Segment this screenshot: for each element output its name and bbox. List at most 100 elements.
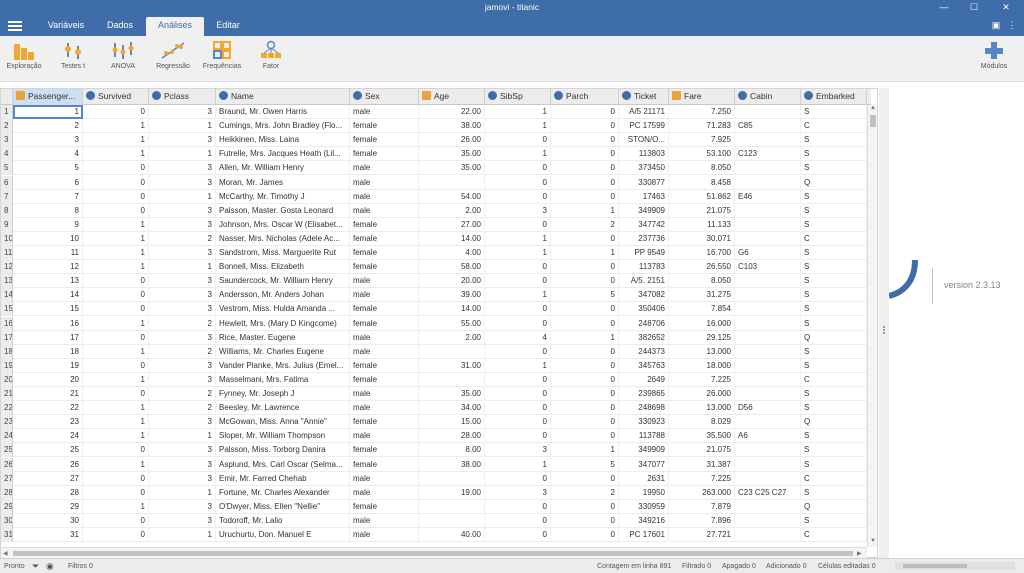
table-cell[interactable]: 21.075 <box>669 203 735 218</box>
table-cell[interactable]: 1 <box>485 457 551 472</box>
results-scrollbar[interactable] <box>895 562 1015 570</box>
table-cell[interactable]: 3 <box>149 499 216 514</box>
table-cell[interactable]: 27.721 <box>669 528 735 542</box>
table-cell[interactable]: male <box>350 344 419 359</box>
table-cell[interactable]: 22.00 <box>419 105 485 119</box>
table-cell[interactable]: 1 <box>149 485 216 500</box>
table-cell[interactable]: 0 <box>485 387 551 401</box>
table-cell[interactable]: 7.250 <box>669 105 735 119</box>
table-cell[interactable]: 0 <box>485 372 551 387</box>
table-cell[interactable]: 11.133 <box>669 217 735 232</box>
table-cell[interactable]: female <box>350 372 419 387</box>
table-cell[interactable] <box>419 471 485 486</box>
table-cell[interactable]: female <box>350 457 419 472</box>
table-cell[interactable]: female <box>350 316 419 331</box>
table-cell[interactable]: 31 <box>13 528 83 542</box>
table-cell[interactable]: Moran, Mr. James <box>216 175 350 190</box>
table-cell[interactable]: 0 <box>551 513 619 528</box>
table-cell[interactable]: 7.896 <box>669 513 735 528</box>
table-cell[interactable]: S <box>801 443 867 458</box>
table-cell[interactable]: S <box>801 288 867 303</box>
table-cell[interactable]: 0 <box>83 358 149 373</box>
column-header[interactable]: Name <box>216 89 350 105</box>
table-cell[interactable] <box>735 161 801 176</box>
table-cell[interactable]: 1 <box>485 358 551 373</box>
table-cell[interactable]: 0 <box>83 203 149 218</box>
table-cell[interactable] <box>735 443 801 458</box>
table-cell[interactable]: 0 <box>551 372 619 387</box>
table-cell[interactable] <box>735 105 801 119</box>
table-cell[interactable]: 1 <box>149 189 216 204</box>
table-cell[interactable]: 1 <box>485 288 551 303</box>
table-cell[interactable]: S <box>801 485 867 500</box>
table-cell[interactable]: 14 <box>13 288 83 303</box>
table-cell[interactable]: male <box>350 528 419 542</box>
table-cell[interactable]: C <box>801 231 867 246</box>
table-cell[interactable]: Uruchurtu, Don. Manuel E <box>216 528 350 542</box>
table-cell[interactable]: 31.275 <box>669 288 735 303</box>
table-cell[interactable]: 6 <box>13 175 83 190</box>
table-cell[interactable]: S <box>801 189 867 204</box>
table-cell[interactable]: 19 <box>13 358 83 373</box>
table-cell[interactable]: 1 <box>551 246 619 260</box>
table-cell[interactable]: female <box>350 302 419 317</box>
table-cell[interactable]: 1 <box>83 372 149 387</box>
scroll-up-icon[interactable]: ▲ <box>870 105 876 111</box>
table-cell[interactable]: 0 <box>83 161 149 176</box>
table-cell[interactable]: 0 <box>551 499 619 514</box>
table-cell[interactable]: 38.00 <box>419 457 485 472</box>
table-cell[interactable]: 13.000 <box>669 344 735 359</box>
table-cell[interactable]: 40.00 <box>419 528 485 542</box>
table-cell[interactable]: 373450 <box>619 161 669 176</box>
table-cell[interactable]: 71.283 <box>669 119 735 134</box>
testes-t-button[interactable]: Testes t <box>49 40 97 70</box>
table-cell[interactable]: female <box>350 119 419 134</box>
table-cell[interactable]: 3 <box>149 457 216 472</box>
table-cell[interactable]: 1 <box>83 316 149 331</box>
exploracao-button[interactable]: Exploração <box>0 40 48 70</box>
splitter-handle-icon[interactable] <box>883 326 885 334</box>
table-cell[interactable]: 0 <box>551 471 619 486</box>
table-cell[interactable]: 0 <box>551 358 619 373</box>
table-cell[interactable]: C <box>801 372 867 387</box>
table-cell[interactable]: 0 <box>551 401 619 416</box>
table-cell[interactable]: 3 <box>149 302 216 317</box>
table-cell[interactable]: C123 <box>735 147 801 162</box>
column-header[interactable]: Ticket <box>619 89 669 105</box>
table-cell[interactable]: 7.225 <box>669 372 735 387</box>
table-cell[interactable]: 0 <box>83 513 149 528</box>
table-cell[interactable]: female <box>350 246 419 260</box>
table-cell[interactable] <box>419 513 485 528</box>
table-cell[interactable]: 0 <box>83 189 149 204</box>
table-cell[interactable]: 1 <box>83 429 149 444</box>
table-cell[interactable]: A/5 21171 <box>619 105 669 119</box>
table-cell[interactable]: PP 9549 <box>619 246 669 260</box>
table-cell[interactable]: female <box>350 217 419 232</box>
table-cell[interactable]: 347082 <box>619 288 669 303</box>
table-cell[interactable]: 349909 <box>619 203 669 218</box>
table-cell[interactable]: female <box>350 260 419 275</box>
table-cell[interactable]: 1 <box>83 147 149 162</box>
table-cell[interactable]: S <box>801 274 867 289</box>
maximize-button[interactable]: ☐ <box>960 0 988 15</box>
table-cell[interactable]: 3 <box>149 372 216 387</box>
table-cell[interactable] <box>735 274 801 289</box>
table-cell[interactable]: 0 <box>551 274 619 289</box>
table-cell[interactable]: Cumings, Mrs. John Bradley (Flo... <box>216 119 350 134</box>
table-cell[interactable]: 350406 <box>619 302 669 317</box>
table-cell[interactable] <box>735 231 801 246</box>
table-cell[interactable]: 3 <box>149 513 216 528</box>
table-cell[interactable]: 7.925 <box>669 133 735 148</box>
table-cell[interactable]: C <box>801 528 867 542</box>
table-cell[interactable]: 0 <box>551 429 619 444</box>
table-cell[interactable]: S <box>801 217 867 232</box>
table-cell[interactable]: 263.000 <box>669 485 735 500</box>
table-cell[interactable]: 30 <box>13 513 83 528</box>
table-cell[interactable]: Emir, Mr. Farred Chehab <box>216 471 350 486</box>
table-cell[interactable]: 51.862 <box>669 189 735 204</box>
table-cell[interactable] <box>419 175 485 190</box>
more-options-icon[interactable]: ⋮ <box>1006 19 1018 31</box>
table-cell[interactable]: C23 C25 C27 <box>735 485 801 500</box>
table-cell[interactable]: Masselmani, Mrs. Fatima <box>216 372 350 387</box>
tab-dados[interactable]: Dados <box>96 17 144 36</box>
